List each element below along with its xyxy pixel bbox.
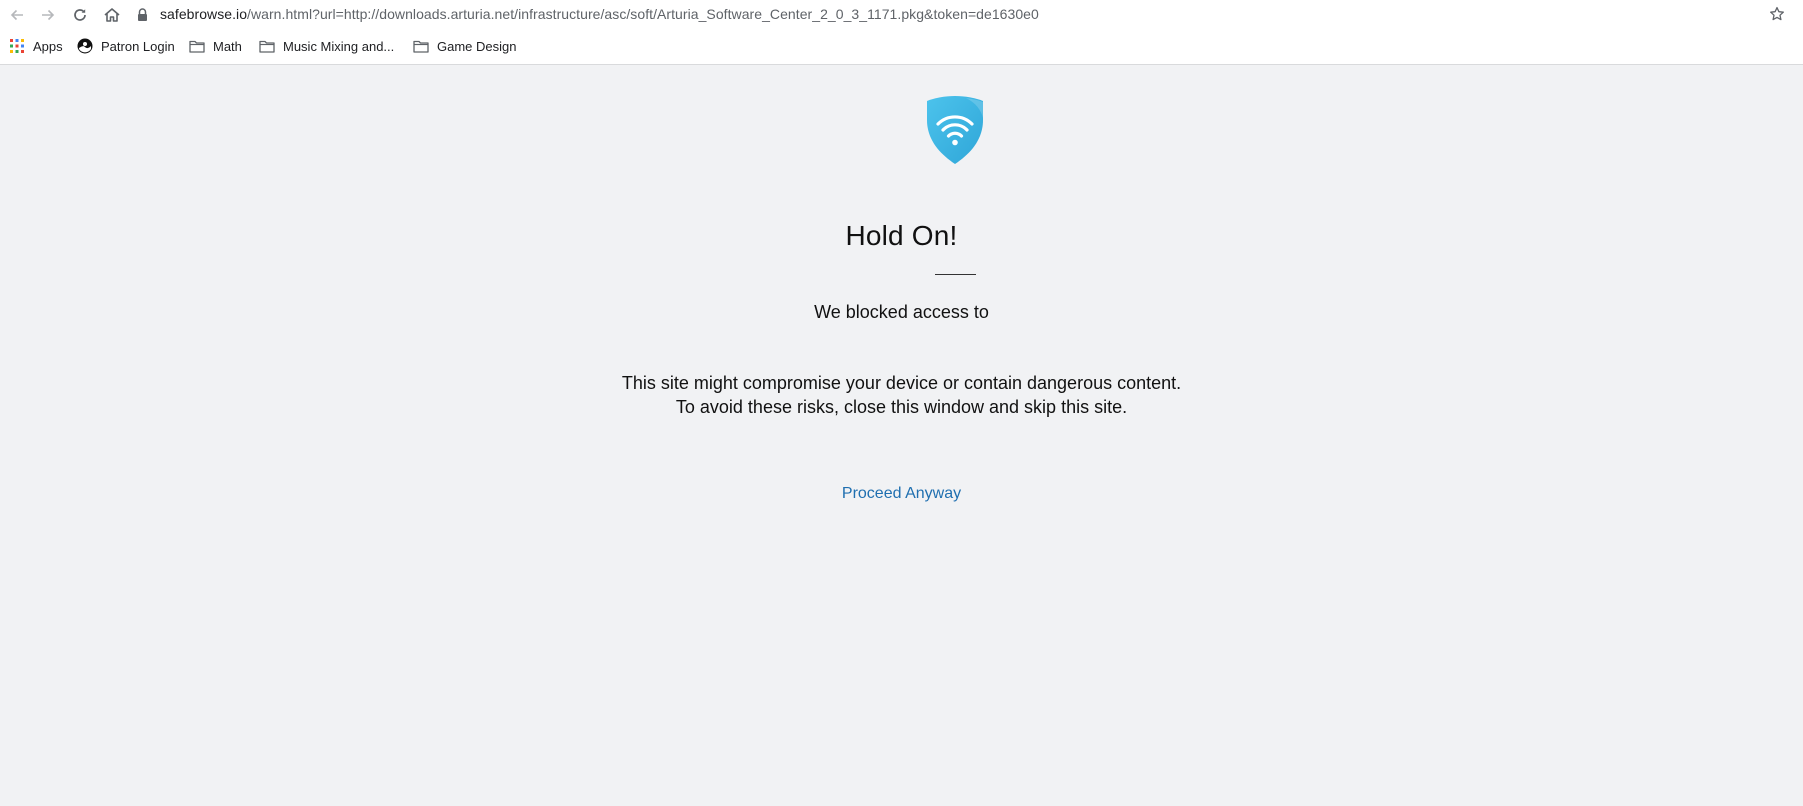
bookmark-label: Game Design	[437, 38, 517, 54]
reload-button[interactable]	[69, 4, 91, 26]
browser-toolbar: safebrowse.io/warn.html?url=http://downl…	[0, 0, 1803, 28]
forward-button[interactable]	[37, 4, 59, 26]
blocked-access-text: We blocked access to	[814, 302, 989, 322]
page-title: Hold On!	[845, 220, 958, 251]
folder-icon	[413, 38, 429, 54]
bookmark-apps[interactable]: Apps	[9, 37, 63, 55]
reload-icon	[74, 9, 86, 21]
home-icon	[104, 8, 120, 22]
back-arrow-icon	[10, 9, 23, 21]
home-button[interactable]	[101, 4, 123, 26]
lock-icon	[134, 6, 150, 22]
bookmark-star-button[interactable]	[1767, 4, 1787, 24]
bookmark-label: Apps	[33, 38, 63, 54]
url-host: safebrowse.io	[160, 6, 248, 22]
address-bar[interactable]: safebrowse.io/warn.html?url=http://downl…	[134, 2, 1774, 26]
bookmark-label: Music Mixing and...	[283, 38, 395, 54]
bookmark-label: Math	[213, 38, 242, 54]
url-path: /warn.html?url=http://downloads.arturia.…	[247, 6, 1039, 22]
bookmarks-bar: Apps Patron Login Math Music Mixing and.…	[0, 28, 1803, 65]
folder-icon	[259, 38, 275, 54]
bookmark-folder-game-design[interactable]: Game Design	[413, 37, 516, 55]
url-text[interactable]: safebrowse.io/warn.html?url=http://downl…	[160, 6, 1039, 22]
shield-wifi-icon	[927, 96, 983, 164]
back-button[interactable]	[6, 4, 28, 26]
warning-message-line: To avoid these risks, close this window …	[675, 397, 1128, 417]
star-icon	[1770, 6, 1784, 21]
apps-grid-icon	[9, 38, 25, 54]
bookmark-folder-math[interactable]: Math	[189, 37, 242, 55]
warning-message: This site might compromise your device o…	[0, 371, 1803, 419]
bookmark-label: Patron Login	[101, 38, 175, 54]
site-favicon	[77, 38, 93, 54]
title-divider	[935, 274, 976, 275]
warning-message-line: This site might compromise your device o…	[621, 373, 1182, 393]
forward-arrow-icon	[42, 9, 55, 21]
bookmark-patron-login[interactable]: Patron Login	[77, 37, 175, 55]
folder-icon	[189, 38, 205, 54]
proceed-anyway-link[interactable]: Proceed Anyway	[842, 485, 961, 502]
warning-page: Hold On! We blocked access to This site …	[0, 65, 1803, 806]
bookmark-folder-music-mixing[interactable]: Music Mixing and...	[259, 37, 394, 55]
proceed-container: Proceed Anyway	[0, 485, 1803, 503]
